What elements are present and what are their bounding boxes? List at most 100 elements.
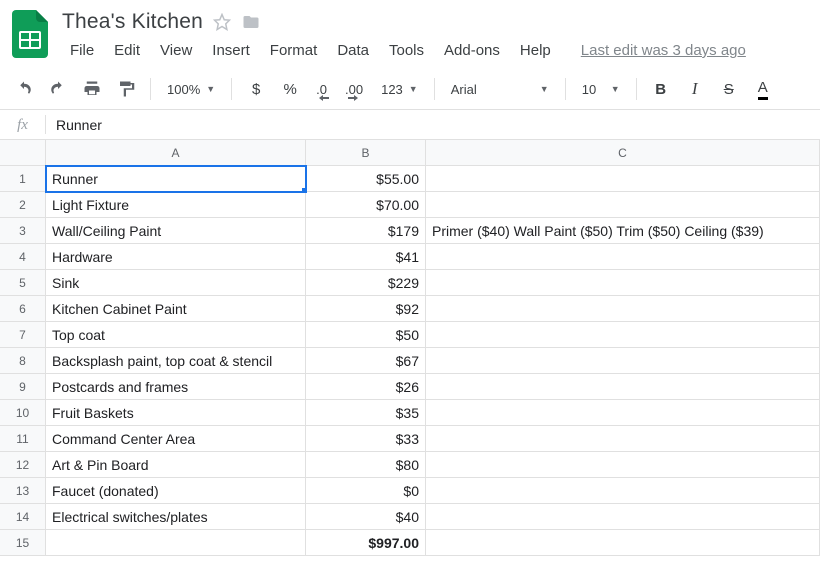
col-header-c[interactable]: C: [426, 140, 820, 166]
italic-button[interactable]: I: [681, 75, 709, 103]
chevron-down-icon: ▼: [540, 84, 549, 94]
format-currency-button[interactable]: $: [242, 75, 270, 103]
format-percent-button[interactable]: %: [276, 75, 304, 103]
doc-title[interactable]: Thea's Kitchen: [62, 10, 203, 34]
row-header[interactable]: 4: [0, 244, 46, 270]
cell[interactable]: [426, 530, 820, 556]
row-header[interactable]: 15: [0, 530, 46, 556]
select-all-corner[interactable]: [0, 140, 46, 166]
cell[interactable]: Hardware: [46, 244, 306, 270]
row-header[interactable]: 14: [0, 504, 46, 530]
cell[interactable]: Primer ($40) Wall Paint ($50) Trim ($50)…: [426, 218, 820, 244]
text-color-button[interactable]: A: [749, 75, 777, 103]
cell[interactable]: Fruit Baskets: [46, 400, 306, 426]
menu-file[interactable]: File: [62, 38, 102, 63]
cell[interactable]: [426, 426, 820, 452]
col-header-a[interactable]: A: [46, 140, 306, 166]
menu-view[interactable]: View: [152, 38, 200, 63]
row-header[interactable]: 7: [0, 322, 46, 348]
cell[interactable]: [426, 504, 820, 530]
row-header[interactable]: 6: [0, 296, 46, 322]
star-icon[interactable]: [213, 13, 231, 31]
cell[interactable]: $92: [306, 296, 426, 322]
col-header-b[interactable]: B: [306, 140, 426, 166]
menu-insert[interactable]: Insert: [204, 38, 258, 63]
cell[interactable]: Command Center Area: [46, 426, 306, 452]
decrease-decimal-button[interactable]: .0: [310, 75, 333, 103]
cell[interactable]: Faucet (donated): [46, 478, 306, 504]
cell[interactable]: $50: [306, 322, 426, 348]
cell[interactable]: $33: [306, 426, 426, 452]
font-size-select[interactable]: 10▼: [576, 75, 626, 103]
cell[interactable]: Art & Pin Board: [46, 452, 306, 478]
cell[interactable]: [426, 322, 820, 348]
chevron-down-icon: ▼: [206, 84, 215, 94]
menu-edit[interactable]: Edit: [106, 38, 148, 63]
cell[interactable]: [426, 166, 820, 192]
cell[interactable]: [426, 348, 820, 374]
row-header[interactable]: 3: [0, 218, 46, 244]
row-header[interactable]: 9: [0, 374, 46, 400]
cell[interactable]: $41: [306, 244, 426, 270]
cell[interactable]: $179: [306, 218, 426, 244]
cell[interactable]: $67: [306, 348, 426, 374]
separator: [636, 78, 637, 100]
cell[interactable]: $26: [306, 374, 426, 400]
cell[interactable]: [426, 400, 820, 426]
row-header[interactable]: 8: [0, 348, 46, 374]
cell[interactable]: Wall/Ceiling Paint: [46, 218, 306, 244]
menu-addons[interactable]: Add-ons: [436, 38, 508, 63]
redo-button[interactable]: [44, 75, 72, 103]
cell[interactable]: $55.00: [306, 166, 426, 192]
cell[interactable]: Top coat: [46, 322, 306, 348]
cell[interactable]: [46, 530, 306, 556]
cell[interactable]: [426, 270, 820, 296]
cell[interactable]: [426, 192, 820, 218]
row-header[interactable]: 5: [0, 270, 46, 296]
cell[interactable]: [426, 296, 820, 322]
increase-decimal-button[interactable]: .00: [339, 75, 369, 103]
strikethrough-button[interactable]: S: [715, 75, 743, 103]
cell[interactable]: [426, 374, 820, 400]
cell[interactable]: $35: [306, 400, 426, 426]
row-header[interactable]: 2: [0, 192, 46, 218]
cell[interactable]: [426, 478, 820, 504]
menu-format[interactable]: Format: [262, 38, 326, 63]
menu-tools[interactable]: Tools: [381, 38, 432, 63]
cell[interactable]: Sink: [46, 270, 306, 296]
folder-icon[interactable]: [241, 13, 261, 31]
zoom-select[interactable]: 100%▼: [161, 75, 221, 103]
cell[interactable]: Electrical switches/plates: [46, 504, 306, 530]
cell[interactable]: Postcards and frames: [46, 374, 306, 400]
menu-help[interactable]: Help: [512, 38, 559, 63]
cell[interactable]: $70.00: [306, 192, 426, 218]
spreadsheet-grid[interactable]: A B C 1Runner$55.00 2Light Fixture$70.00 3…: [0, 140, 820, 556]
paint-format-button[interactable]: [112, 75, 140, 103]
row-header[interactable]: 11: [0, 426, 46, 452]
separator: [150, 78, 151, 100]
menu-data[interactable]: Data: [329, 38, 377, 63]
print-button[interactable]: [78, 75, 106, 103]
cell[interactable]: $40: [306, 504, 426, 530]
more-formats-button[interactable]: 123▼: [375, 75, 424, 103]
cell[interactable]: $229: [306, 270, 426, 296]
cell[interactable]: Kitchen Cabinet Paint: [46, 296, 306, 322]
row-header[interactable]: 10: [0, 400, 46, 426]
cell[interactable]: $997.00: [306, 530, 426, 556]
formula-input[interactable]: [46, 117, 820, 133]
cell[interactable]: Backsplash paint, top coat & stencil: [46, 348, 306, 374]
cell[interactable]: $0: [306, 478, 426, 504]
undo-button[interactable]: [10, 75, 38, 103]
cell[interactable]: $80: [306, 452, 426, 478]
sheets-app-icon[interactable]: [10, 8, 50, 60]
bold-button[interactable]: B: [647, 75, 675, 103]
font-select[interactable]: Arial▼: [445, 75, 555, 103]
cell[interactable]: Runner: [46, 166, 306, 192]
cell[interactable]: [426, 244, 820, 270]
row-header[interactable]: 1: [0, 166, 46, 192]
last-edit-link[interactable]: Last edit was 3 days ago: [581, 42, 746, 59]
cell[interactable]: [426, 452, 820, 478]
row-header[interactable]: 13: [0, 478, 46, 504]
cell[interactable]: Light Fixture: [46, 192, 306, 218]
row-header[interactable]: 12: [0, 452, 46, 478]
